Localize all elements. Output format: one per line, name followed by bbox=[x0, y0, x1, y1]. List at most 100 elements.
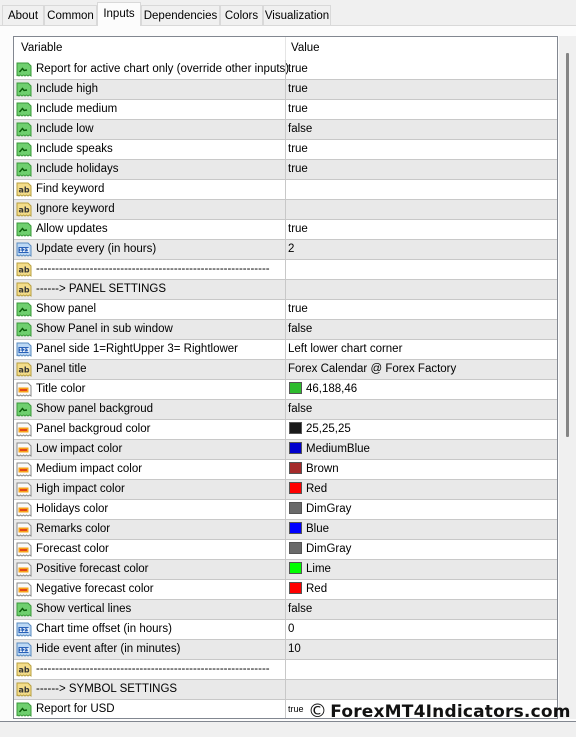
input-row[interactable]: Include holidays true bbox=[14, 160, 557, 180]
color-swatch bbox=[289, 502, 302, 514]
input-row[interactable]: Forecast color DimGray bbox=[14, 540, 557, 560]
input-row[interactable]: Medium impact color Brown bbox=[14, 460, 557, 480]
input-value[interactable]: DimGray bbox=[288, 540, 351, 559]
input-value[interactable]: Red bbox=[288, 580, 327, 599]
input-value[interactable]: true bbox=[288, 100, 308, 119]
cell-divider bbox=[285, 220, 286, 240]
cell-divider bbox=[285, 300, 286, 320]
input-row[interactable]: Holidays color DimGray bbox=[14, 500, 557, 520]
input-value[interactable]: 2 bbox=[288, 240, 294, 259]
input-value-text: 2 bbox=[288, 243, 295, 255]
input-row[interactable]: ab Ignore keyword bbox=[14, 200, 557, 220]
input-row[interactable]: ab Find keyword bbox=[14, 180, 557, 200]
svg-text:123: 123 bbox=[19, 248, 30, 254]
input-value[interactable]: true bbox=[288, 300, 308, 319]
input-row[interactable]: Report for active chart only (override o… bbox=[14, 60, 557, 80]
input-value-text: DimGray bbox=[306, 543, 352, 555]
input-value[interactable]: Left lower chart corner bbox=[288, 340, 402, 359]
color-icon bbox=[16, 462, 32, 477]
input-row[interactable]: Show panel true bbox=[14, 300, 557, 320]
input-value[interactable]: false bbox=[288, 600, 312, 619]
tab-inputs[interactable]: Inputs bbox=[97, 2, 141, 26]
svg-text:ab: ab bbox=[19, 206, 30, 215]
input-value[interactable]: 10 bbox=[288, 640, 301, 659]
color-icon bbox=[16, 582, 32, 597]
input-row[interactable]: Show panel backgroud false bbox=[14, 400, 557, 420]
input-value-text: Red bbox=[306, 583, 328, 595]
scrollbar-thumb[interactable] bbox=[566, 53, 569, 437]
input-row[interactable]: Show vertical lines false bbox=[14, 600, 557, 620]
input-row[interactable]: Negative forecast color Red bbox=[14, 580, 557, 600]
input-row[interactable]: ab ------> PANEL SETTINGS bbox=[14, 280, 557, 300]
column-divider[interactable] bbox=[285, 37, 286, 60]
input-row[interactable]: Include low false bbox=[14, 120, 557, 140]
cell-divider bbox=[285, 120, 286, 140]
input-value[interactable]: Lime bbox=[288, 560, 331, 579]
input-row[interactable]: ab ------> SYMBOL SETTINGS bbox=[14, 680, 557, 700]
input-row[interactable]: 123 Update every (in hours) 2 bbox=[14, 240, 557, 260]
tab-visualization[interactable]: Visualization bbox=[263, 5, 331, 25]
input-row[interactable]: Low impact color MediumBlue bbox=[14, 440, 557, 460]
tab-about[interactable]: About bbox=[2, 5, 44, 25]
input-value[interactable]: 25,25,25 bbox=[288, 420, 351, 439]
input-value[interactable]: Brown bbox=[288, 460, 339, 479]
input-row[interactable]: Show Panel in sub window false bbox=[14, 320, 557, 340]
string-icon: ab bbox=[16, 662, 32, 677]
input-value[interactable]: 46,188,46 bbox=[288, 380, 357, 399]
input-row[interactable]: Allow updates true bbox=[14, 220, 557, 240]
input-value[interactable]: true bbox=[288, 80, 308, 99]
cell-divider bbox=[285, 380, 286, 400]
input-row[interactable]: Remarks color Blue bbox=[14, 520, 557, 540]
input-value-text: Lime bbox=[306, 563, 331, 575]
input-variable-name: ------> SYMBOL SETTINGS bbox=[36, 683, 178, 695]
tab-common[interactable]: Common bbox=[44, 5, 97, 25]
input-value[interactable]: false bbox=[288, 400, 312, 419]
input-value[interactable]: true bbox=[288, 160, 308, 179]
input-value[interactable]: true bbox=[288, 60, 308, 79]
vertical-scrollbar[interactable] bbox=[559, 36, 576, 719]
input-value[interactable]: false bbox=[288, 320, 312, 339]
input-value[interactable]: true bbox=[288, 700, 304, 718]
input-row[interactable]: Include speaks true bbox=[14, 140, 557, 160]
color-swatch bbox=[289, 562, 302, 574]
cell-divider bbox=[285, 560, 286, 580]
input-row[interactable]: Title color 46,188,46 bbox=[14, 380, 557, 400]
input-variable-name: Find keyword bbox=[36, 183, 105, 195]
input-row[interactable]: Positive forecast color Lime bbox=[14, 560, 557, 580]
cell-divider bbox=[285, 640, 286, 660]
tab-colors[interactable]: Colors bbox=[220, 5, 263, 25]
column-header-variable[interactable]: Variable bbox=[21, 37, 62, 60]
input-value[interactable]: MediumBlue bbox=[288, 440, 370, 459]
column-header-value[interactable]: Value bbox=[291, 37, 320, 60]
bool-icon bbox=[16, 62, 32, 77]
input-row[interactable]: ab --------------------------------------… bbox=[14, 660, 557, 680]
input-row[interactable]: 123 Chart time offset (in hours) 0 bbox=[14, 620, 557, 640]
input-row[interactable]: 123 Hide event after (in minutes) 10 bbox=[14, 640, 557, 660]
input-value[interactable]: Red bbox=[288, 480, 327, 499]
input-value[interactable]: true bbox=[288, 220, 308, 239]
input-value[interactable]: true bbox=[288, 140, 308, 159]
tab-dependencies[interactable]: Dependencies bbox=[141, 5, 220, 25]
input-row[interactable]: ab Panel title Forex Calendar @ Forex Fact… bbox=[14, 360, 557, 380]
input-value[interactable]: false bbox=[288, 120, 312, 139]
watermark: © ForexMT4Indicators.com bbox=[308, 700, 571, 722]
integer-icon: 123 bbox=[16, 642, 32, 657]
string-icon: ab bbox=[16, 262, 32, 277]
color-swatch bbox=[289, 542, 302, 554]
input-row[interactable]: Panel backgroud color 25,25,25 bbox=[14, 420, 557, 440]
input-row[interactable]: Include medium true bbox=[14, 100, 557, 120]
input-row[interactable]: ab --------------------------------------… bbox=[14, 260, 557, 280]
input-variable-name: Include low bbox=[36, 123, 94, 135]
input-row[interactable]: High impact color Red bbox=[14, 480, 557, 500]
bool-icon bbox=[16, 142, 32, 157]
svg-text:123: 123 bbox=[19, 628, 30, 634]
input-value[interactable]: 0 bbox=[288, 620, 294, 639]
input-row[interactable]: 123 Panel side 1=RightUpper 3= Rightlower… bbox=[14, 340, 557, 360]
input-value[interactable]: Forex Calendar @ Forex Factory bbox=[288, 360, 456, 379]
input-row[interactable]: Include high true bbox=[14, 80, 557, 100]
input-value[interactable]: DimGray bbox=[288, 500, 351, 519]
input-value[interactable]: Blue bbox=[288, 520, 329, 539]
input-value-text: 46,188,46 bbox=[306, 383, 358, 395]
bool-icon bbox=[16, 102, 32, 117]
integer-icon: 123 bbox=[16, 342, 32, 357]
